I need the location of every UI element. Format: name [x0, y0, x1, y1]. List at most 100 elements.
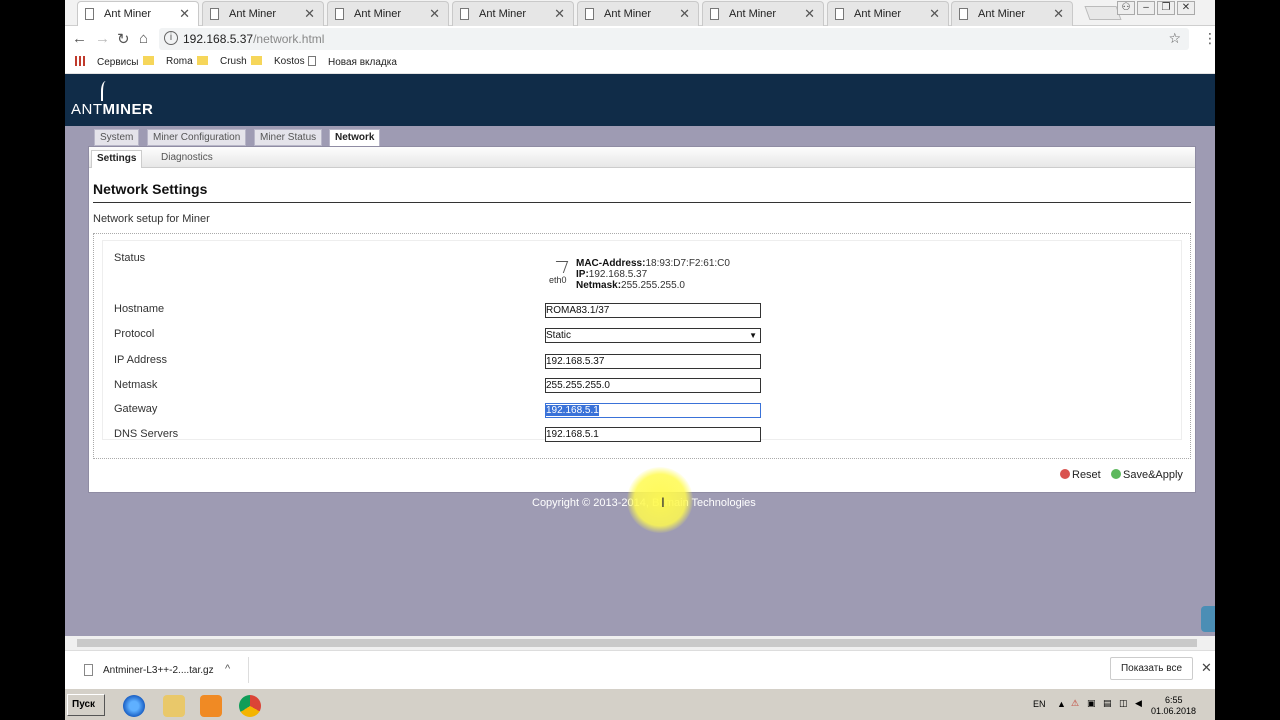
- bookmark-label: Новая вкладка: [328, 57, 397, 68]
- close-icon[interactable]: ✕: [179, 6, 190, 22]
- ip-address-value: 192.168.5.37: [546, 356, 605, 367]
- dns-servers-input[interactable]: 192.168.5.1: [545, 427, 761, 442]
- subtab-label: Diagnostics: [161, 152, 213, 163]
- browser-tab-1[interactable]: Ant Miner ✕: [77, 1, 199, 27]
- browser-tab-4[interactable]: Ant Miner ✕: [452, 1, 574, 26]
- back-arrow-icon[interactable]: ←: [72, 30, 87, 47]
- antminer-logo[interactable]: ANTMINER: [71, 101, 153, 118]
- tray-arrow-icon[interactable]: ▲: [1057, 699, 1066, 709]
- tab-label: System: [100, 132, 134, 143]
- close-icon[interactable]: ✕: [304, 6, 315, 22]
- hostname-input[interactable]: ROMA83.1/37: [545, 303, 761, 318]
- start-button[interactable]: Пуск: [67, 694, 105, 716]
- close-icon[interactable]: ✕: [429, 6, 440, 22]
- page-icon: [335, 8, 344, 20]
- page-icon: [308, 56, 316, 66]
- taskbar: Пуск EN ▲ ⚠ ▣ ▤ ◫ ◀ 6:55 01.06.2018: [65, 688, 1215, 720]
- cursor-highlight: [627, 467, 693, 533]
- close-icon[interactable]: ✕: [679, 6, 690, 22]
- page-icon: [210, 8, 219, 20]
- bookmark-kostos[interactable]: Kostos: [251, 56, 305, 67]
- dns-servers-label: DNS Servers: [114, 428, 179, 440]
- close-icon[interactable]: ✕: [1053, 6, 1064, 22]
- bookmark-label: Roma: [166, 56, 193, 67]
- content-panel: Settings Diagnostics Network Settings Ne…: [88, 146, 1196, 493]
- media-player-icon[interactable]: [200, 695, 222, 717]
- folder-icon: [251, 56, 262, 65]
- browser-tab-3[interactable]: Ant Miner ✕: [327, 1, 449, 26]
- dropdown-arrow-icon: ▼: [749, 331, 757, 340]
- section-title: Network Settings: [93, 181, 208, 197]
- profile-icon[interactable]: ⚇: [1117, 1, 1135, 15]
- tray-volume-icon[interactable]: ◀: [1135, 698, 1142, 709]
- subtab-diagnostics[interactable]: Diagnostics: [161, 152, 213, 163]
- reload-icon[interactable]: ↻: [117, 30, 130, 48]
- show-all-button[interactable]: Показать все: [1110, 657, 1193, 680]
- hostname-value: ROMA83.1/37: [546, 305, 610, 316]
- tab-label: Ant Miner: [978, 8, 1026, 20]
- tab-miner-configuration[interactable]: Miner Configuration: [147, 129, 247, 146]
- browser-tab-6[interactable]: Ant Miner ✕: [702, 1, 824, 26]
- text-cursor-icon: I: [661, 494, 665, 510]
- subtab-settings[interactable]: Settings: [91, 150, 143, 168]
- chrome-icon[interactable]: [239, 695, 261, 717]
- clock-time[interactable]: 6:55: [1165, 695, 1183, 705]
- ie-icon[interactable]: [123, 695, 145, 717]
- clock-date[interactable]: 01.06.2018: [1151, 706, 1196, 716]
- close-icon[interactable]: ✕: [929, 6, 940, 22]
- tab-miner-status[interactable]: Miner Status: [254, 129, 323, 146]
- bookmark-roma[interactable]: Roma: [143, 56, 193, 67]
- start-label: Пуск: [72, 699, 96, 710]
- home-icon[interactable]: ⌂: [139, 30, 148, 47]
- tray-usb-icon[interactable]: ◫: [1119, 698, 1128, 709]
- side-panel-handle[interactable]: [1201, 606, 1215, 632]
- close-icon[interactable]: ✕: [1201, 660, 1212, 676]
- window-close-icon[interactable]: ✕: [1177, 1, 1195, 15]
- save-apply-button[interactable]: Save&Apply: [1111, 469, 1183, 481]
- close-icon[interactable]: ✕: [804, 6, 815, 22]
- new-tab-button[interactable]: [1084, 6, 1122, 20]
- bookmark-label: Сервисы: [97, 57, 139, 68]
- browser-tab-7[interactable]: Ant Miner ✕: [827, 1, 949, 26]
- protocol-select[interactable]: Static ▼: [545, 328, 761, 343]
- address-bar[interactable]: i 192.168.5.37/network.html ☆: [159, 28, 1189, 50]
- netmask-label: Netmask: [114, 379, 158, 391]
- menu-dots-icon[interactable]: ⋮: [1203, 30, 1215, 47]
- system-tray: EN ▲ ⚠ ▣ ▤ ◫ ◀ 6:55 01.06.2018: [1029, 693, 1215, 717]
- url-host: 192.168.5.37: [183, 32, 254, 46]
- page-icon: [585, 8, 594, 20]
- protocol-value: Static: [546, 330, 572, 341]
- tray-network-icon[interactable]: ▤: [1103, 698, 1112, 709]
- tab-network[interactable]: Network: [329, 129, 381, 147]
- netmask-input[interactable]: 255.255.255.0: [545, 378, 761, 393]
- info-icon[interactable]: i: [164, 31, 178, 45]
- forward-arrow-icon[interactable]: →: [95, 30, 110, 47]
- chevron-up-icon[interactable]: ^: [225, 663, 230, 675]
- gateway-input[interactable]: 192.168.5.1: [545, 403, 761, 418]
- language-indicator[interactable]: EN: [1033, 699, 1046, 709]
- browser-tab-8[interactable]: Ant Miner ✕: [951, 1, 1073, 26]
- download-file-name[interactable]: Antminer-L3++-2....tar.gz: [103, 665, 214, 676]
- browser-tab-5[interactable]: Ant Miner ✕: [577, 1, 699, 26]
- ip-address-input[interactable]: 192.168.5.37: [545, 354, 761, 369]
- tab-system[interactable]: System: [94, 129, 140, 146]
- tray-app-icon[interactable]: ⚠: [1071, 698, 1079, 709]
- sub-tabs: Settings Diagnostics: [89, 147, 1195, 168]
- scrollbar-thumb[interactable]: [77, 639, 1197, 647]
- bookmark-crush[interactable]: Crush: [197, 56, 247, 67]
- browser-tab-2[interactable]: Ant Miner ✕: [202, 1, 324, 26]
- tray-device-icon[interactable]: ▣: [1087, 698, 1096, 709]
- page-icon: [959, 8, 968, 20]
- restore-icon[interactable]: ❐: [1157, 1, 1175, 15]
- tab-label: Ant Miner: [854, 8, 902, 20]
- horizontal-scrollbar[interactable]: [65, 636, 1215, 650]
- star-icon[interactable]: ☆: [1168, 30, 1181, 47]
- bookmark-new-tab[interactable]: Новая вкладка: [308, 56, 397, 68]
- bookmark-apps[interactable]: Сервисы: [75, 56, 138, 68]
- tab-strip: Ant Miner ✕ Ant Miner ✕ Ant Miner ✕ Ant …: [65, 0, 1215, 27]
- tab-label: Network: [335, 132, 375, 143]
- minimize-icon[interactable]: –: [1137, 1, 1155, 15]
- close-icon[interactable]: ✕: [554, 6, 565, 22]
- explorer-icon[interactable]: [163, 695, 185, 717]
- reset-button[interactable]: Reset: [1060, 469, 1101, 481]
